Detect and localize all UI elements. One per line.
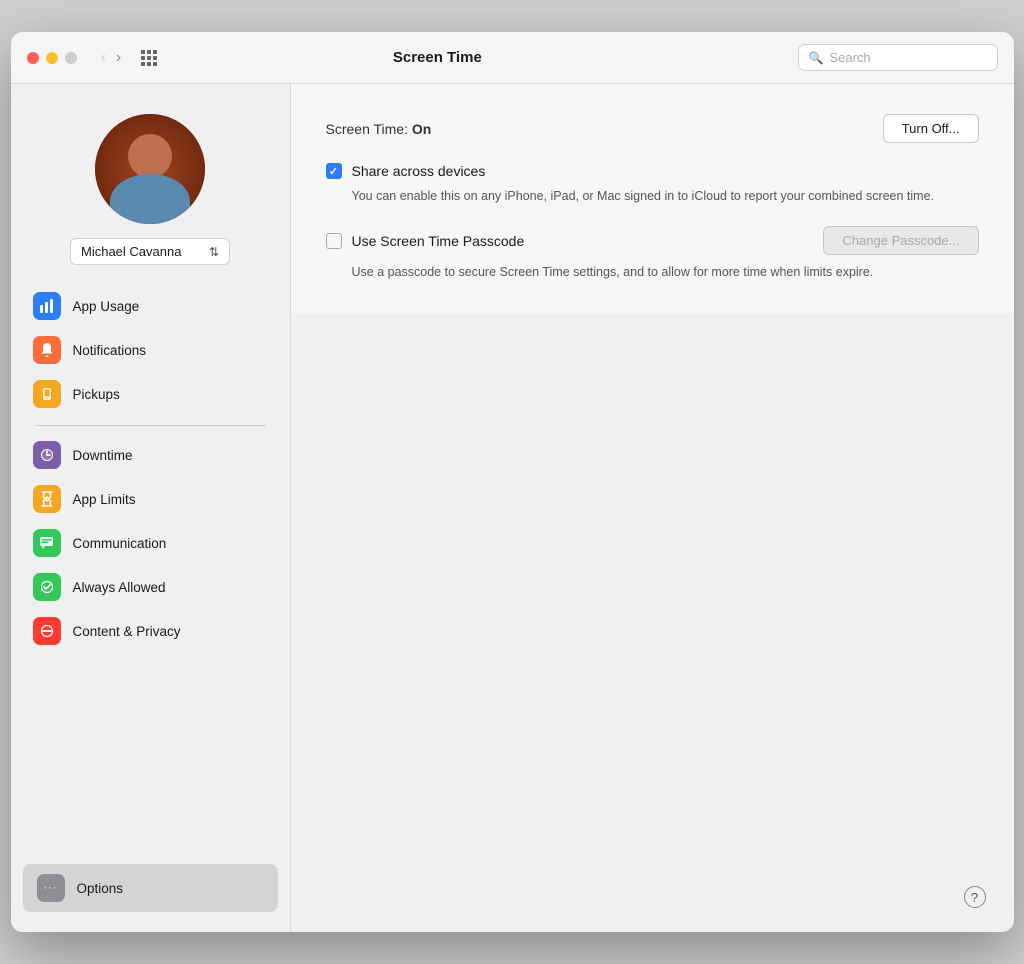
bar-chart-icon (33, 292, 61, 320)
sidebar-item-label: Notifications (73, 343, 147, 358)
share-devices-checkbox[interactable] (326, 163, 342, 179)
sidebar-item-communication[interactable]: Communication (23, 522, 278, 564)
checkmark-icon (33, 573, 61, 601)
search-icon: 🔍 (809, 51, 824, 65)
screen-time-status: Screen Time: On (326, 121, 432, 137)
sidebar-item-label: Communication (73, 536, 167, 551)
sidebar-item-pickups[interactable]: Pickups (23, 373, 278, 415)
sidebar-item-downtime[interactable]: Downtime (23, 434, 278, 476)
moon-icon (33, 441, 61, 469)
share-devices-option: Share across devices You can enable this… (326, 163, 979, 206)
sidebar-item-app-usage[interactable]: App Usage (23, 285, 278, 327)
search-box[interactable]: 🔍 (798, 44, 998, 71)
hourglass-icon (33, 485, 61, 513)
turn-off-button[interactable]: Turn Off... (883, 114, 979, 143)
help-button[interactable]: ? (964, 886, 986, 908)
sidebar-item-label: App Usage (73, 299, 140, 314)
bell-icon (33, 336, 61, 364)
user-section: Michael Cavanna ⇅ (11, 104, 290, 285)
share-devices-row: Share across devices (326, 163, 979, 179)
avatar-face (95, 114, 205, 224)
main-area: Michael Cavanna ⇅ (11, 84, 1014, 932)
passcode-option: Use Screen Time Passcode Change Passcode… (326, 226, 979, 282)
avatar (95, 114, 205, 224)
passcode-checkbox[interactable] (326, 233, 342, 249)
user-name: Michael Cavanna (81, 244, 181, 259)
chevron-updown-icon: ⇅ (209, 245, 219, 259)
sidebar-item-content-privacy[interactable]: Content & Privacy (23, 610, 278, 652)
content-panel: Screen Time: On Turn Off... Share across… (291, 84, 1014, 313)
screen-time-header: Screen Time: On Turn Off... (326, 114, 979, 143)
passcode-left: Use Screen Time Passcode (326, 233, 525, 249)
traffic-lights (27, 52, 77, 64)
sidebar-nav: App Usage Notifications (11, 285, 290, 654)
maximize-button[interactable] (65, 52, 77, 64)
sidebar-item-notifications[interactable]: Notifications (23, 329, 278, 371)
content-wrapper: Screen Time: On Turn Off... Share across… (291, 84, 1014, 932)
passcode-label: Use Screen Time Passcode (352, 233, 525, 249)
main-window: ‹ › Screen Time 🔍 Michael Cavanna ⇅ (11, 32, 1014, 932)
no-entry-icon (33, 617, 61, 645)
window-title: Screen Time (89, 49, 785, 66)
share-devices-description: You can enable this on any iPhone, iPad,… (352, 187, 979, 206)
nav-group-1: App Usage Notifications (23, 285, 278, 415)
sidebar-item-label: Pickups (73, 387, 120, 402)
options-item[interactable]: ··· Options (23, 864, 278, 912)
sidebar-item-label: App Limits (73, 492, 136, 507)
minimize-button[interactable] (46, 52, 58, 64)
phone-icon (33, 380, 61, 408)
nav-group-2: Downtime App Limits (23, 434, 278, 652)
titlebar: ‹ › Screen Time 🔍 (11, 32, 1014, 84)
options-label: Options (77, 881, 124, 896)
share-devices-label: Share across devices (352, 163, 486, 179)
options-icon: ··· (37, 874, 65, 902)
sidebar: Michael Cavanna ⇅ (11, 84, 291, 932)
passcode-description: Use a passcode to secure Screen Time set… (352, 263, 979, 282)
sidebar-item-app-limits[interactable]: App Limits (23, 478, 278, 520)
user-dropdown[interactable]: Michael Cavanna ⇅ (70, 238, 230, 265)
sidebar-item-label: Content & Privacy (73, 624, 181, 639)
sidebar-item-label: Always Allowed (73, 580, 166, 595)
change-passcode-button[interactable]: Change Passcode... (823, 226, 978, 255)
sidebar-item-always-allowed[interactable]: Always Allowed (23, 566, 278, 608)
close-button[interactable] (27, 52, 39, 64)
sidebar-bottom: ··· Options (11, 864, 290, 912)
chat-icon (33, 529, 61, 557)
sidebar-item-label: Downtime (73, 448, 133, 463)
passcode-row: Use Screen Time Passcode Change Passcode… (326, 226, 979, 255)
nav-divider (35, 425, 266, 426)
search-input[interactable] (829, 50, 986, 65)
